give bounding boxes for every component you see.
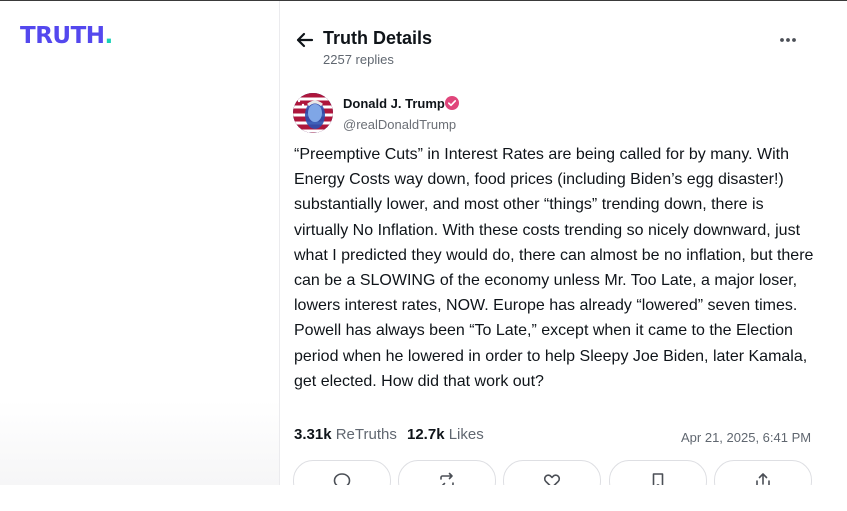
right-sidebar [826,1,847,485]
sidebar-fade [0,400,279,485]
verified-badge-icon [445,96,459,110]
page-title: Truth Details [323,28,433,48]
retruths-count: 3.31k [294,426,332,443]
replies-count: 2257 replies [323,52,394,67]
more-options-icon[interactable] [776,30,800,50]
truth-logo[interactable]: TRUTH. [20,25,113,48]
back-arrow-icon[interactable] [294,29,316,51]
retruths-label: ReTruths [335,426,397,443]
likes-label: Likes [448,426,484,443]
author-name[interactable]: Donald J. Trump [343,96,445,111]
retruths-stat[interactable]: 3.31k ReTruths [294,426,397,443]
author-handle[interactable]: @realDonaldTrump [343,117,456,132]
likes-count: 12.7k [407,426,445,443]
post-text: “Preemptive Cuts” in Interest Rates are … [294,146,814,390]
likes-stat[interactable]: 12.7k Likes [407,426,484,443]
viewport-bottom [0,485,847,511]
post-timestamp: Apr 21, 2025, 6:41 PM [681,430,812,445]
avatar[interactable] [293,93,333,133]
